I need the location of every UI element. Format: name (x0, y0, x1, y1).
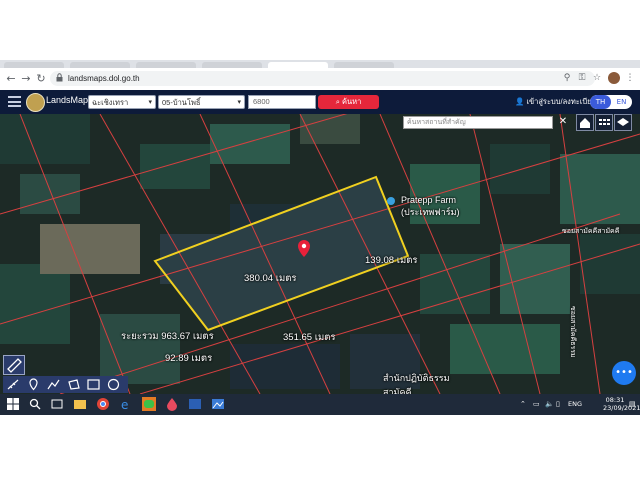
road-label: ซอยสามัคคีธรรม (569, 306, 577, 358)
chrome-icon[interactable] (96, 397, 110, 411)
poi-icon (387, 197, 395, 205)
line-app-icon[interactable] (142, 397, 156, 411)
rectangle-icon[interactable] (86, 378, 101, 391)
chevron-up-icon[interactable]: ⌃ (520, 400, 526, 408)
chevron-down-icon: ▾ (237, 99, 241, 106)
back-icon[interactable]: ← (4, 71, 18, 87)
layers-icon[interactable] (614, 114, 632, 131)
address-bar[interactable]: landsmaps.dol.go.th (50, 71, 595, 86)
key-icon[interactable]: ⚿ (576, 72, 588, 84)
pin-icon[interactable] (26, 378, 41, 391)
poi-label-farm: Pratepp Farm (ประเทพฟาร์ม) (401, 195, 460, 217)
word-icon[interactable] (188, 397, 202, 411)
task-view-icon[interactable] (50, 397, 64, 411)
browser-toolbar: ← → ↻ landsmaps.dol.go.th ⚲ ⚿ ☆ ⋮ (0, 68, 640, 91)
district-select-value: 05-บ้านโพธิ์ (162, 98, 201, 107)
measurement-top-edge: 380.04 เมตร (244, 273, 297, 284)
grid-icon[interactable] (595, 114, 613, 131)
windows-start-icon[interactable] (6, 397, 20, 411)
drawing-toolbar (3, 376, 128, 393)
hamburger-menu-icon[interactable] (8, 96, 21, 107)
clock-time: 08:31 (605, 396, 625, 404)
svg-text:e: e (121, 398, 128, 411)
parcel-number-input[interactable]: 6800 (248, 95, 316, 109)
measurement-perimeter: ระยะรวม 963.67 เมตร (121, 331, 214, 342)
edge-icon[interactable]: e (119, 397, 133, 411)
file-explorer-icon[interactable] (73, 397, 87, 411)
search-icon[interactable] (28, 397, 42, 411)
clock-date: 23/09/2021 (603, 404, 640, 412)
lang-en-button[interactable]: EN (611, 95, 632, 109)
measurement-right-edge: 139.08 เมตร (365, 255, 418, 266)
menu-dots-icon[interactable]: ⋮ (624, 72, 636, 84)
login-register-label: เข้าสู่ระบบ/ลงทะเบียน (526, 97, 597, 106)
lock-icon (56, 73, 63, 82)
screen: ← → ↻ landsmaps.dol.go.th ⚲ ⚿ ☆ ⋮ LandsM… (0, 60, 640, 415)
place-search-input[interactable]: ค้นหาสถานที่สำคัญ (403, 116, 553, 129)
network-icon[interactable]: ▭ (533, 400, 540, 408)
satellite-map[interactable] (0, 114, 640, 394)
chat-bubble-button[interactable]: ••• (612, 361, 636, 385)
user-icon: 👤 (515, 97, 527, 106)
windows-taskbar: e ⌃ ▭ 🔈 ▯ ENG 08:31 23/09/2021 ▤ (0, 394, 640, 415)
province-select[interactable]: ฉะเชิงเทรา ▾ (88, 95, 156, 109)
reload-icon[interactable]: ↻ (34, 71, 48, 87)
location-icon[interactable]: ⚲ (561, 72, 573, 84)
input-language-indicator[interactable]: ENG (568, 400, 582, 408)
language-toggle[interactable]: TH EN (590, 95, 632, 109)
search-button[interactable]: ⌕ ค้นหา (318, 95, 379, 109)
road-label: ซอยสามัคคีสามัคคี (562, 227, 620, 235)
volume-icon[interactable]: 🔈 (545, 400, 554, 408)
measure-ruler-icon[interactable] (6, 378, 21, 391)
lang-th-button[interactable]: TH (590, 95, 611, 109)
taskbar-clock[interactable]: 08:31 23/09/2021 (603, 396, 640, 412)
home-icon[interactable] (576, 114, 594, 131)
department-seal-logo (26, 93, 45, 112)
battery-icon[interactable]: ▯ (556, 400, 560, 408)
notification-icon[interactable]: ▤ (629, 400, 636, 408)
measurement-bottom-edge: 351.65 เมตร (283, 332, 336, 343)
close-icon[interactable]: ✕ (557, 115, 569, 129)
app-header: LandsMaps ฉะเชิงเทรา ▾ 05-บ้านโพธิ์ ▾ 68… (0, 90, 640, 114)
login-register-link[interactable]: 👤 เข้าสู่ระบบ/ลงทะเบียน (515, 96, 597, 108)
polygon-icon[interactable] (66, 378, 81, 391)
browser-tab-strip (0, 60, 640, 68)
forward-icon[interactable]: → (19, 71, 33, 87)
chevron-down-icon: ▾ (148, 99, 152, 106)
profile-avatar[interactable] (608, 72, 620, 84)
drawing-tools-toggle[interactable] (3, 355, 25, 375)
circle-icon[interactable] (106, 378, 121, 391)
star-icon[interactable]: ☆ (591, 72, 603, 84)
province-select-value: ฉะเชิงเทรา (92, 98, 129, 107)
app-title: LandsMaps (46, 95, 93, 105)
district-select[interactable]: 05-บ้านโพธิ์ ▾ (158, 95, 245, 109)
search-button-label: ค้นหา (341, 97, 362, 106)
polyline-icon[interactable] (46, 378, 61, 391)
photos-icon[interactable] (211, 397, 225, 411)
url-text: landsmaps.dol.go.th (68, 74, 140, 83)
measurement-left-edge: 92.89 เมตร (165, 353, 213, 364)
app-drop-icon[interactable] (165, 397, 179, 411)
